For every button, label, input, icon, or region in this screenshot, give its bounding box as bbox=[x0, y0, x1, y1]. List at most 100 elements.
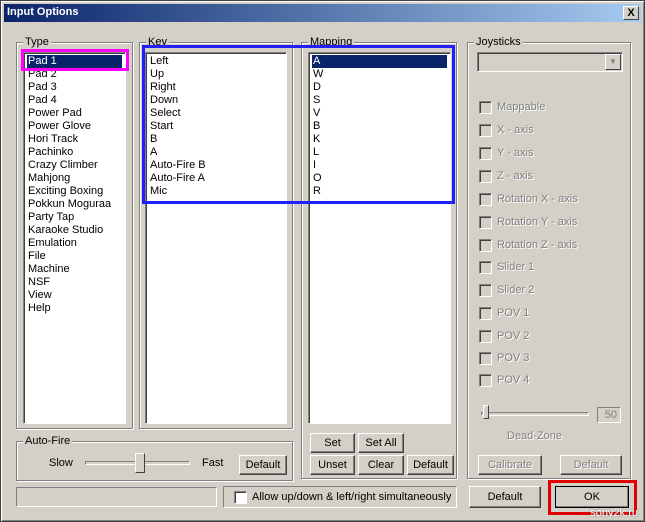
set-button[interactable]: Set bbox=[310, 433, 355, 453]
type-list-item[interactable]: File bbox=[27, 250, 122, 263]
joystick-option-checkbox[interactable] bbox=[479, 329, 492, 343]
type-list-item[interactable]: Party Tap bbox=[27, 211, 122, 224]
mapping-list-item[interactable]: R bbox=[312, 185, 447, 198]
joystick-option[interactable]: POV 1 bbox=[479, 306, 529, 320]
joystick-option-label: POV 4 bbox=[497, 374, 530, 386]
key-list-item[interactable]: Left bbox=[149, 55, 283, 68]
joystick-option-checkbox[interactable] bbox=[479, 351, 492, 365]
allow-simultaneous-checkbox[interactable] bbox=[234, 490, 247, 504]
key-list-item[interactable]: Auto-Fire A bbox=[149, 172, 283, 185]
mapping-list[interactable]: AWDSVBKLIOR bbox=[308, 52, 451, 424]
mapping-list-item[interactable]: K bbox=[312, 133, 447, 146]
joystick-option[interactable]: POV 3 bbox=[479, 351, 529, 365]
type-list-item[interactable]: Pad 1 bbox=[26, 54, 123, 69]
type-list-item[interactable]: NSF bbox=[27, 276, 122, 289]
type-list[interactable]: Pad 1 Pad 2 Pad 3 Pad 4 Power Pad Power Glove… bbox=[23, 52, 126, 424]
clear-button[interactable]: Clear bbox=[358, 455, 404, 475]
key-list-item[interactable]: Down bbox=[149, 94, 283, 107]
type-list-item[interactable]: Pachinko bbox=[27, 146, 122, 159]
mapping-list-item[interactable]: W bbox=[312, 68, 447, 81]
type-list-item[interactable]: Exciting Boxing bbox=[27, 185, 122, 198]
joystick-option-checkbox[interactable] bbox=[479, 100, 492, 114]
mapping-list-item[interactable]: I bbox=[312, 159, 447, 172]
deadzone-slider[interactable] bbox=[479, 405, 594, 425]
key-list-item[interactable]: Auto-Fire B bbox=[149, 159, 283, 172]
joystick-option-checkbox[interactable] bbox=[479, 169, 492, 183]
key-list-item[interactable]: Select bbox=[149, 107, 283, 120]
key-list-item[interactable]: A bbox=[149, 146, 283, 159]
joystick-option-checkbox[interactable] bbox=[479, 238, 492, 252]
type-list-item[interactable]: Pad 4 bbox=[27, 94, 122, 107]
autofire-slider[interactable] bbox=[83, 451, 193, 475]
joystick-option[interactable]: POV 4 bbox=[479, 373, 529, 387]
chevron-down-icon[interactable]: ▼ bbox=[605, 54, 621, 70]
joystick-option[interactable]: Slider 1 bbox=[479, 260, 534, 274]
type-list-item[interactable]: View bbox=[27, 289, 122, 302]
key-list[interactable]: Left Up Right Down Select Start B A Auto-Fire BA… bbox=[145, 52, 287, 424]
type-list-item[interactable]: Help bbox=[27, 302, 122, 315]
joystick-option-label: Rotation Z - axis bbox=[497, 239, 578, 251]
joystick-option-checkbox[interactable] bbox=[479, 215, 492, 229]
type-list-item[interactable]: Pokkun Moguraa bbox=[27, 198, 122, 211]
mapping-list-item[interactable]: A bbox=[311, 54, 448, 69]
joystick-option-checkbox[interactable] bbox=[479, 373, 492, 387]
input-options-window: Input Options X Type Pad 1 Pad 2 Pad 3 Pad … bbox=[0, 0, 645, 522]
mapping-list-item[interactable]: L bbox=[312, 146, 447, 159]
joystick-option-checkbox[interactable] bbox=[479, 260, 492, 274]
type-list-item[interactable]: Hori Track bbox=[27, 133, 122, 146]
unset-button[interactable]: Unset bbox=[310, 455, 355, 475]
mapping-list-item[interactable]: O bbox=[312, 172, 447, 185]
key-list-item[interactable]: Mic bbox=[149, 185, 283, 198]
allow-simultaneous-option[interactable]: Allow up/down & left/right simultaneousl… bbox=[223, 486, 457, 508]
joystick-option-label: Z - axis bbox=[497, 170, 534, 182]
joystick-option-checkbox[interactable] bbox=[479, 192, 492, 206]
joystick-option-checkbox[interactable] bbox=[479, 146, 492, 160]
joystick-option-label: Mappable bbox=[497, 101, 546, 113]
joystick-option-checkbox[interactable] bbox=[479, 306, 492, 320]
type-list-item[interactable]: Machine bbox=[27, 263, 122, 276]
autofire-default-button[interactable]: Default bbox=[239, 455, 287, 475]
joystick-select[interactable]: ▼ bbox=[477, 52, 623, 72]
joystick-option[interactable]: Rotation Y - axis bbox=[479, 215, 577, 229]
key-list-item[interactable]: Right bbox=[149, 81, 283, 94]
mapping-list-item[interactable]: V bbox=[312, 107, 447, 120]
key-list-item[interactable]: Up bbox=[149, 68, 283, 81]
joystick-option-checkbox[interactable] bbox=[479, 283, 492, 297]
ok-button[interactable]: OK bbox=[555, 486, 629, 508]
joystick-option-label: Slider 1 bbox=[497, 261, 535, 273]
joystick-option-checkbox[interactable] bbox=[479, 123, 492, 137]
mapping-list-item[interactable]: S bbox=[312, 94, 447, 107]
close-button[interactable]: X bbox=[623, 6, 639, 20]
calibrate-button[interactable]: Calibrate bbox=[478, 455, 542, 475]
joystick-option[interactable]: X - axis bbox=[479, 123, 534, 137]
autofire-group-label: Auto-Fire bbox=[23, 435, 73, 447]
type-list-item[interactable]: Mahjong bbox=[27, 172, 122, 185]
type-list-item[interactable]: Power Glove bbox=[27, 120, 122, 133]
deadzone-value: 50 bbox=[597, 407, 621, 423]
joystick-default-button[interactable]: Default bbox=[560, 455, 622, 475]
joystick-option[interactable]: Mappable bbox=[479, 100, 545, 114]
key-list-item[interactable]: Start bbox=[149, 120, 283, 133]
slow-label: Slow bbox=[49, 457, 73, 469]
joystick-option[interactable]: Slider 2 bbox=[479, 283, 534, 297]
mapping-list-item[interactable]: B bbox=[312, 120, 447, 133]
title-bar[interactable]: Input Options X bbox=[4, 4, 641, 22]
joystick-option[interactable]: Rotation Z - axis bbox=[479, 238, 577, 252]
mapping-default-button[interactable]: Default bbox=[407, 455, 454, 475]
mapping-list-item[interactable]: D bbox=[312, 81, 447, 94]
type-list-item[interactable]: Pad 2 bbox=[27, 68, 122, 81]
type-list-item[interactable]: Pad 3 bbox=[27, 81, 122, 94]
key-list-item[interactable]: B bbox=[149, 133, 283, 146]
type-list-item[interactable]: Crazy Climber bbox=[27, 159, 122, 172]
footer-default-button[interactable]: Default bbox=[469, 486, 541, 508]
set-all-button[interactable]: Set All bbox=[358, 433, 404, 453]
type-list-item[interactable]: Power Pad bbox=[27, 107, 122, 120]
joystick-option[interactable]: Rotation X - axis bbox=[479, 192, 578, 206]
joystick-option[interactable]: POV 2 bbox=[479, 329, 529, 343]
joystick-option[interactable]: Y - axis bbox=[479, 146, 533, 160]
deadzone-slider-thumb[interactable] bbox=[483, 405, 489, 419]
type-list-item[interactable]: Karaoke Studio bbox=[27, 224, 122, 237]
joystick-option[interactable]: Z - axis bbox=[479, 169, 533, 183]
type-list-item[interactable]: Emulation bbox=[27, 237, 122, 250]
autofire-slider-thumb[interactable] bbox=[135, 453, 145, 473]
